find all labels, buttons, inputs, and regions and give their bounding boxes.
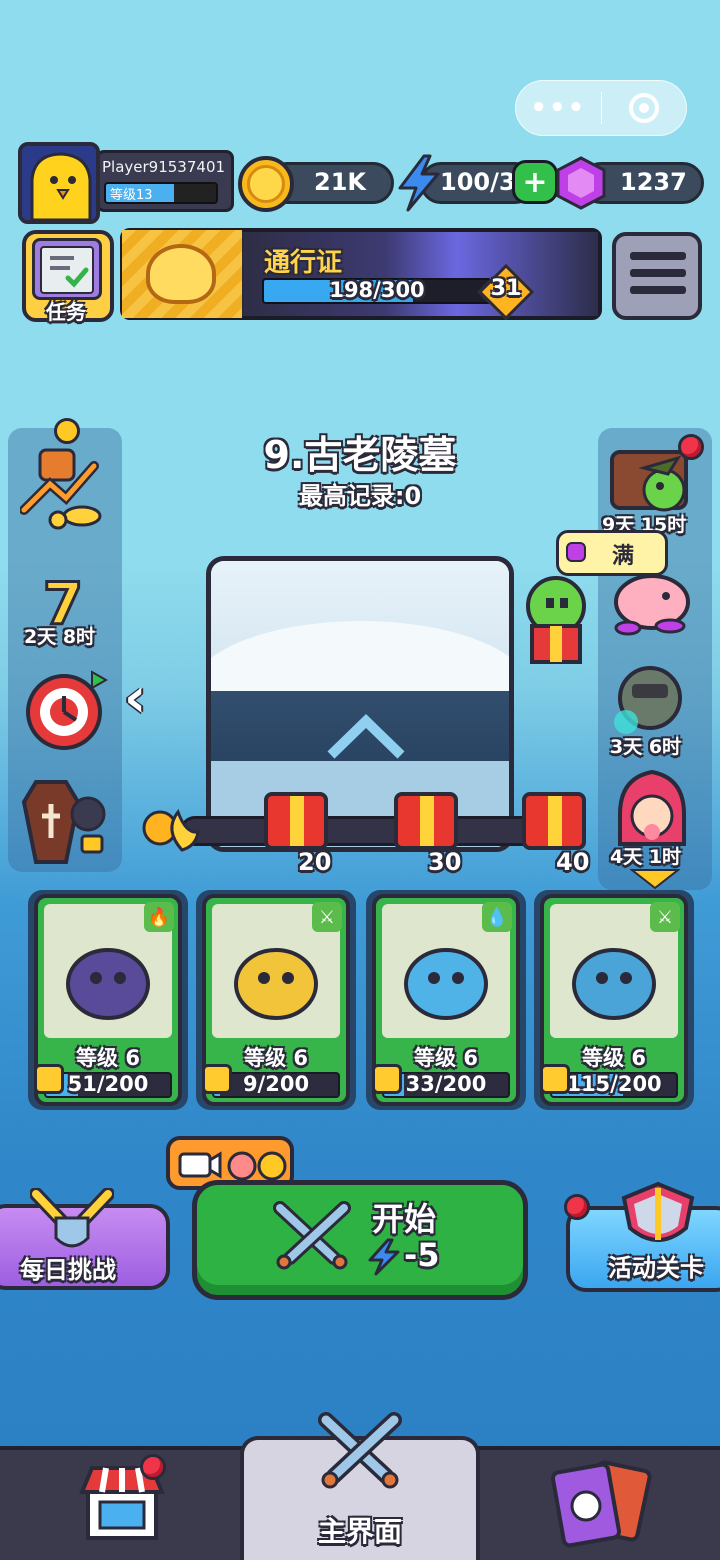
chevron-down-icon[interactable] <box>630 868 680 890</box>
water-drop-icon: 💧 <box>482 902 512 932</box>
more-dots-icon[interactable]: ••• <box>516 93 601 123</box>
right-timer-3: 4天 1时 <box>610 846 682 868</box>
puzzle-piece-icon <box>34 1064 64 1094</box>
main-swords-icon <box>318 1412 402 1489</box>
tasks-label: 任务 <box>46 300 86 324</box>
battle-pass-progress: 198/300 <box>329 278 425 302</box>
reward-chest-1[interactable] <box>264 792 328 850</box>
piggy-bank-icon[interactable] <box>606 568 696 638</box>
right-timer-2: 3天 6时 <box>610 736 682 758</box>
player-level: 等级13 <box>110 188 153 203</box>
ghost-warrior-icon[interactable] <box>604 664 694 738</box>
event-stage-label: 活动关卡 <box>608 1254 704 1282</box>
pink-hood-girl-icon[interactable] <box>610 768 694 848</box>
coffin-icon[interactable] <box>16 778 108 866</box>
reward-label-3: 40 <box>556 848 590 876</box>
hero-card[interactable]: 🔥 等级 6 51/200 <box>34 894 182 1106</box>
stage-record: 最高记录:0 <box>298 482 422 510</box>
target-circle-icon[interactable] <box>602 93 687 123</box>
clipboard-check-icon <box>40 246 94 294</box>
event-shield-icon <box>621 1181 695 1242</box>
chick-avatar-icon <box>22 146 96 220</box>
reward-chest-3[interactable] <box>522 792 586 850</box>
reward-track <box>180 816 560 846</box>
purple-gem-icon <box>556 156 606 210</box>
add-energy-button[interactable]: + <box>512 160 558 204</box>
list-menu-icon <box>630 252 686 294</box>
miniprogram-capsule: ••• <box>515 80 687 136</box>
hero-card-slot: ⚔ 等级 6 9/200 <box>196 890 356 1110</box>
reward-chest-2[interactable] <box>394 792 458 850</box>
cards-collection-icon[interactable] <box>548 1458 652 1548</box>
left-timer-1: 2天 8时 <box>24 626 96 648</box>
reward-label-2: 30 <box>428 848 462 876</box>
start-label: 开始 <box>372 1200 437 1238</box>
puzzle-piece-icon <box>372 1064 402 1094</box>
energy-cost-icon <box>368 1238 400 1276</box>
energy-bolt-icon <box>398 154 440 212</box>
plus-icon: + <box>522 164 548 200</box>
piggy-bank-status: 满 <box>612 544 635 569</box>
battle-pass-level: 31 <box>490 276 522 301</box>
daily-challenge-label: 每日挑战 <box>20 1256 116 1284</box>
coins-value: 21K <box>314 168 366 196</box>
hero-card-slot: 💧 等级 6 33/200 <box>366 890 526 1110</box>
player-avatar[interactable] <box>18 142 100 224</box>
video-icon <box>178 1152 212 1178</box>
stage-preview[interactable] <box>206 556 514 852</box>
tomb-arrow-icon <box>327 714 405 759</box>
event-notification-dot <box>564 1194 590 1220</box>
battle-pass-title: 通行证 <box>264 248 343 278</box>
crown-boost-icon <box>257 1151 287 1181</box>
puzzle-piece-icon <box>202 1064 232 1094</box>
player-name: Player91537401 <box>102 158 226 176</box>
previous-stage-button[interactable]: ‹ <box>124 670 168 726</box>
treasure-bag-icon <box>146 244 216 304</box>
goblin-gift-icon[interactable] <box>512 572 602 668</box>
puzzle-piece-icon <box>540 1064 570 1094</box>
pig-boost-icon <box>227 1151 257 1181</box>
hero-card[interactable]: ⚔ 等级 6 9/200 <box>202 894 350 1106</box>
target-clock-icon[interactable] <box>22 666 110 754</box>
start-button[interactable] <box>192 1180 528 1300</box>
shop-notification-dot <box>140 1454 166 1480</box>
bubble-gem-icon <box>566 542 586 562</box>
crown-coin-icon <box>238 156 294 212</box>
hero-card-slot: ⚔ 等级 6 115/200 <box>534 890 694 1110</box>
menu-button[interactable] <box>612 232 702 320</box>
sun-moon-icon <box>142 808 200 852</box>
hero-card-slot: 🔥 等级 6 51/200 <box>28 890 188 1110</box>
crossed-swords-icon <box>273 1201 351 1270</box>
gems-value: 1237 <box>620 168 687 196</box>
sword-icon: ⚔ <box>650 902 680 932</box>
sword-icon: ⚔ <box>312 902 342 932</box>
shield-swords-icon <box>30 1188 114 1248</box>
fire-icon: 🔥 <box>144 902 174 932</box>
start-energy-cost: -5 <box>404 1236 440 1274</box>
nav-main-label: 主界面 <box>317 1515 402 1548</box>
hero-card[interactable]: 💧 等级 6 33/200 <box>372 894 520 1106</box>
stage-title: 9.古老陵墓 <box>263 433 457 477</box>
hero-card[interactable]: ⚔ 等级 6 115/200 <box>540 894 688 1106</box>
reward-label-1: 20 <box>298 848 332 876</box>
